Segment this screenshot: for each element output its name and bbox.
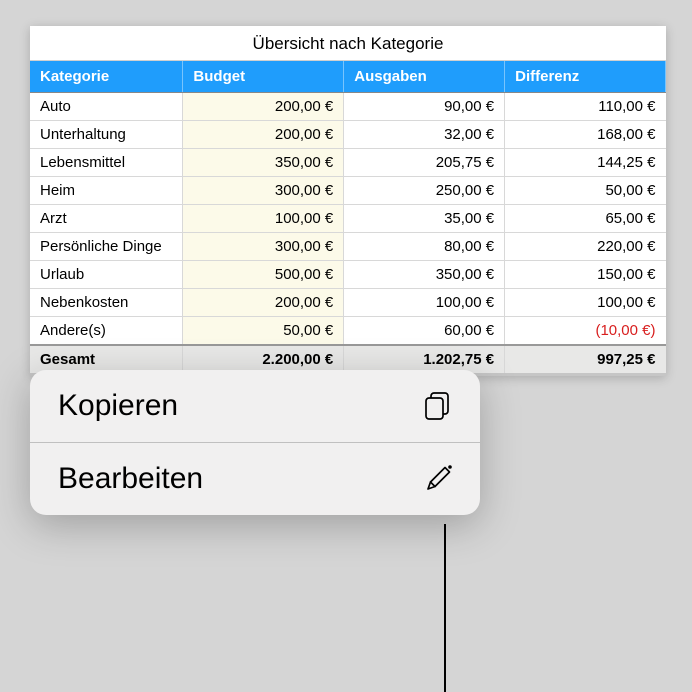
cell-diff: (10,00 €) <box>505 317 666 346</box>
cell-category: Nebenkosten <box>30 289 183 317</box>
cell-category: Heim <box>30 177 183 205</box>
table-row: Andere(s)50,00 €60,00 €(10,00 €) <box>30 317 666 346</box>
total-diff: 997,25 € <box>505 345 666 375</box>
cell-budget: 200,00 € <box>183 93 344 121</box>
cell-spent: 205,75 € <box>344 149 505 177</box>
cell-diff: 100,00 € <box>505 289 666 317</box>
table-header-row: Kategorie Budget Ausgaben Differenz <box>30 61 666 93</box>
cell-diff: 65,00 € <box>505 205 666 233</box>
table-row: Auto200,00 €90,00 €110,00 € <box>30 93 666 121</box>
cell-budget: 200,00 € <box>183 121 344 149</box>
cell-diff: 110,00 € <box>505 93 666 121</box>
cell-budget: 200,00 € <box>183 289 344 317</box>
menu-edit-label: Bearbeiten <box>58 462 203 496</box>
table-row: Nebenkosten200,00 €100,00 €100,00 € <box>30 289 666 317</box>
cell-diff: 144,25 € <box>505 149 666 177</box>
cell-budget: 350,00 € <box>183 149 344 177</box>
cell-spent: 250,00 € <box>344 177 505 205</box>
cell-spent: 32,00 € <box>344 121 505 149</box>
sheet-title: Übersicht nach Kategorie <box>30 26 666 61</box>
header-category: Kategorie <box>30 61 183 93</box>
context-menu: Kopieren Bearbeiten <box>30 370 480 515</box>
cell-category: Arzt <box>30 205 183 233</box>
pencil-icon <box>420 461 456 497</box>
cell-diff: 168,00 € <box>505 121 666 149</box>
cell-diff: 220,00 € <box>505 233 666 261</box>
cell-spent: 90,00 € <box>344 93 505 121</box>
category-table: Kategorie Budget Ausgaben Differenz Auto… <box>30 61 666 376</box>
cell-budget: 100,00 € <box>183 205 344 233</box>
copy-icon <box>420 388 456 424</box>
cell-budget: 50,00 € <box>183 317 344 346</box>
table-row: Unterhaltung200,00 €32,00 €168,00 € <box>30 121 666 149</box>
header-diff: Differenz <box>505 61 666 93</box>
table-row: Lebensmittel350,00 €205,75 €144,25 € <box>30 149 666 177</box>
table-row: Arzt100,00 €35,00 €65,00 € <box>30 205 666 233</box>
header-budget: Budget <box>183 61 344 93</box>
header-spent: Ausgaben <box>344 61 505 93</box>
cell-spent: 60,00 € <box>344 317 505 346</box>
cell-budget: 500,00 € <box>183 261 344 289</box>
cell-spent: 80,00 € <box>344 233 505 261</box>
table-row: Urlaub500,00 €350,00 €150,00 € <box>30 261 666 289</box>
table-row: Persönliche Dinge300,00 €80,00 €220,00 € <box>30 233 666 261</box>
cell-spent: 35,00 € <box>344 205 505 233</box>
spreadsheet-preview: Übersicht nach Kategorie Kategorie Budge… <box>30 26 666 376</box>
menu-edit[interactable]: Bearbeiten <box>30 442 480 515</box>
cell-category: Andere(s) <box>30 317 183 346</box>
cell-category: Unterhaltung <box>30 121 183 149</box>
cell-category: Urlaub <box>30 261 183 289</box>
cell-budget: 300,00 € <box>183 177 344 205</box>
menu-copy[interactable]: Kopieren <box>30 370 480 442</box>
cell-category: Lebensmittel <box>30 149 183 177</box>
cell-category: Persönliche Dinge <box>30 233 183 261</box>
cell-diff: 150,00 € <box>505 261 666 289</box>
table-row: Heim300,00 €250,00 €50,00 € <box>30 177 666 205</box>
cell-category: Auto <box>30 93 183 121</box>
cell-diff: 50,00 € <box>505 177 666 205</box>
cell-spent: 350,00 € <box>344 261 505 289</box>
callout-line <box>444 524 446 692</box>
cell-spent: 100,00 € <box>344 289 505 317</box>
cell-budget: 300,00 € <box>183 233 344 261</box>
menu-copy-label: Kopieren <box>58 389 178 423</box>
